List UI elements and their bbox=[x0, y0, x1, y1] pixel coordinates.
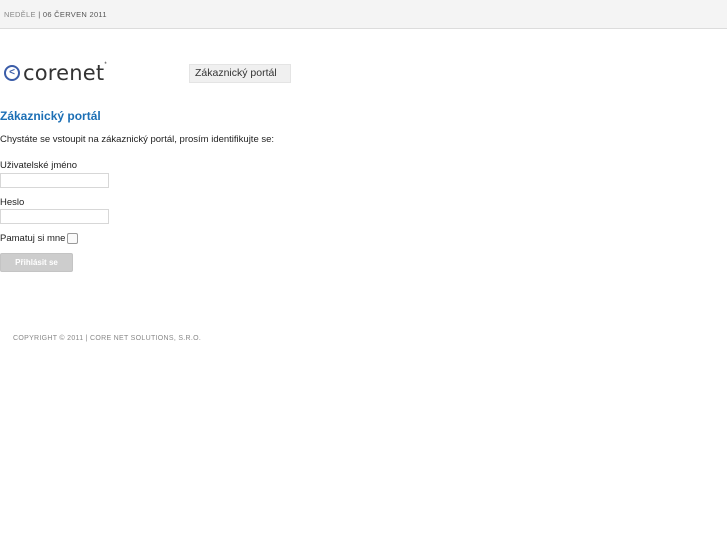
date-value: 06 ČERVEN 2011 bbox=[42, 10, 107, 19]
footer-copyright: COPYRIGHT © 2011 | CORE NET SOLUTIONS, S… bbox=[13, 335, 202, 342]
date-separator: | bbox=[38, 10, 41, 19]
remember-me-row: Pamatuj si mne bbox=[0, 233, 79, 244]
logo-wordmark: corenet bbox=[23, 61, 105, 85]
password-label: Heslo bbox=[0, 197, 25, 208]
date-display: NEDĚLE | 06 ČERVEN 2011 bbox=[4, 10, 107, 19]
page-title: Zákaznický portál bbox=[0, 109, 101, 123]
login-button[interactable]: Přihlásit se bbox=[0, 253, 73, 272]
password-field[interactable] bbox=[0, 209, 109, 224]
logo-trademark: * bbox=[104, 62, 107, 68]
intro-text: Chystáte se vstoupit na zákaznický portá… bbox=[0, 134, 275, 145]
remember-me-checkbox[interactable] bbox=[67, 233, 79, 244]
username-field[interactable] bbox=[0, 173, 109, 188]
corenet-logo[interactable]: < corenet * bbox=[4, 60, 107, 86]
day-name: NEDĚLE bbox=[4, 10, 36, 19]
top-bar: NEDĚLE | 06 ČERVEN 2011 bbox=[0, 0, 727, 29]
logo-chevron-icon: < bbox=[4, 65, 20, 81]
remember-me-label: Pamatuj si mne bbox=[0, 233, 66, 244]
tab-customer-portal[interactable]: Zákaznický portál bbox=[189, 64, 291, 83]
username-label: Uživatelské jméno bbox=[0, 160, 78, 171]
